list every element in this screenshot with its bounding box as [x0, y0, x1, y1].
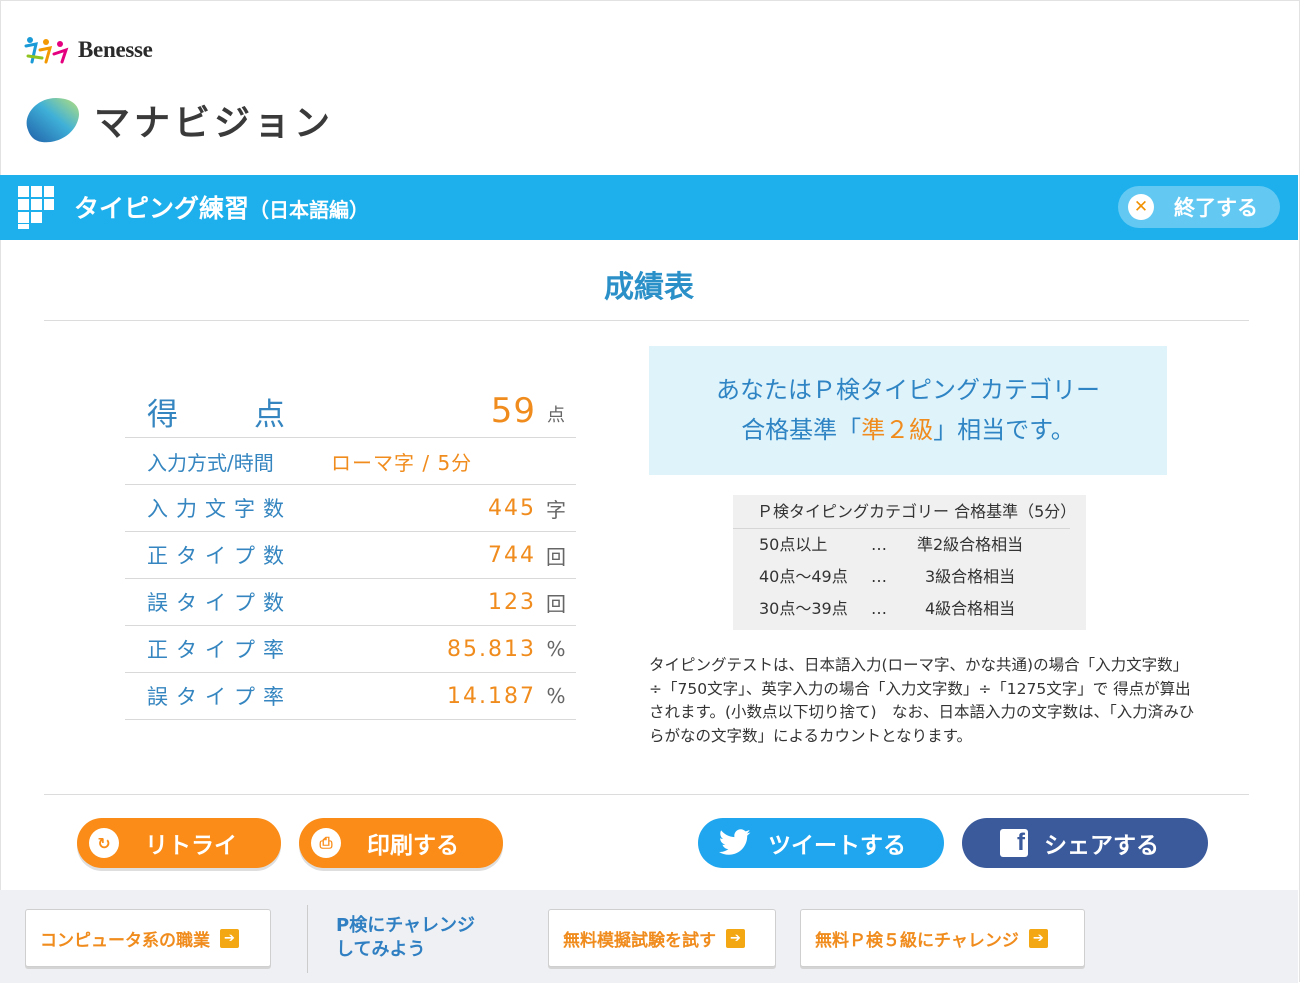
row-unit: % — [546, 637, 566, 661]
result-line-2: 合格基準「準２級」相当です。 — [741, 416, 1075, 444]
arrow-right-icon: ➔ — [220, 928, 239, 948]
row-label: 誤タイプ数 — [147, 591, 292, 615]
benesse-wordmark: Benesse — [78, 37, 153, 62]
typing-grid-icon — [18, 186, 54, 229]
free-level5-challenge-link[interactable]: 無料Ｐ検５級にチャレンジ ➔ — [800, 909, 1085, 967]
arrow-right-icon: ➔ — [726, 928, 745, 948]
result-line-1: あなたはＰ検タイピングカテゴリー — [716, 376, 1100, 404]
row-label: 入力文字数 — [147, 497, 292, 521]
tweet-button[interactable]: ツイートする — [698, 818, 944, 868]
row-label: 正タイプ数 — [147, 544, 292, 568]
row-value: ローマ字 / 5分 — [331, 450, 473, 475]
computer-jobs-link[interactable]: コンピュータ系の職業 ➔ — [25, 909, 271, 967]
app-header-bar: タイピング練習（日本語編） ✕ 終了する — [0, 175, 1298, 240]
divider — [44, 320, 1249, 321]
app-subtitle: （日本語編） — [249, 198, 370, 222]
criteria-row: 50点以上 … 準2級合格相当 — [759, 535, 1024, 554]
row-unit: 回 — [546, 544, 566, 569]
footer-bar: コンピュータ系の職業 ➔ P検にチャレンジ してみよう 無料模擬試験を試す ➔ … — [0, 890, 1298, 983]
result-message-box: あなたはＰ検タイピングカテゴリー 合格基準「準２級」相当です。 — [649, 346, 1167, 475]
row-value: 14.187 — [447, 683, 536, 709]
score-label: 得点 — [147, 396, 285, 433]
facebook-share-button[interactable]: f シェアする — [962, 818, 1208, 868]
score-row: 得点 59 点 — [125, 385, 576, 438]
row-label: 正タイプ率 — [147, 638, 292, 662]
twitter-bird-icon — [718, 829, 751, 855]
score-unit: 点 — [547, 405, 565, 426]
criteria-row: 40点～49点 … 3級合格相当 — [759, 567, 1016, 586]
divider — [44, 794, 1249, 795]
result-grade: 準２級 — [861, 416, 934, 444]
retry-icon: ↻ — [89, 828, 119, 858]
table-row: 入力方式/時間 ローマ字 / 5分 — [125, 438, 576, 485]
row-unit: 回 — [546, 591, 566, 616]
row-label: 入力方式/時間 — [147, 450, 274, 475]
app-title: タイピング練習（日本語編） — [74, 194, 370, 223]
benesse-logo[interactable]: Benesse — [22, 32, 153, 68]
print-button[interactable]: ⎙ 印刷する — [299, 818, 503, 868]
facebook-icon: f — [1000, 829, 1028, 857]
manavision-blob-icon — [26, 98, 80, 143]
score-table: 得点 59 点 入力方式/時間 ローマ字 / 5分 入力文字数 445 字 正タ… — [125, 385, 576, 720]
row-value: 744 — [488, 542, 536, 568]
row-value: 85.813 — [447, 636, 536, 662]
table-row: 誤タイプ率 14.187 % — [125, 673, 576, 720]
retry-button[interactable]: ↻ リトライ — [77, 818, 281, 868]
arrow-right-icon: ➔ — [1028, 928, 1048, 948]
row-label: 誤タイプ率 — [147, 685, 292, 709]
printer-icon: ⎙ — [311, 828, 341, 858]
score-value: 59 — [490, 391, 536, 431]
exit-button[interactable]: ✕ 終了する — [1118, 186, 1280, 228]
criteria-header: Ｐ検タイピングカテゴリー 合格基準（5分） — [733, 495, 1076, 529]
row-value: 123 — [488, 589, 536, 615]
table-row: 正タイプ率 85.813 % — [125, 626, 576, 673]
close-icon: ✕ — [1128, 194, 1154, 220]
table-row: 誤タイプ数 123 回 — [125, 579, 576, 626]
benesse-mark-icon — [24, 37, 69, 64]
row-value: 445 — [488, 495, 536, 521]
exit-label: 終了する — [1174, 196, 1258, 220]
manavision-logo[interactable]: マナビジョン — [22, 92, 334, 148]
row-unit: % — [546, 684, 566, 708]
criteria-table: Ｐ検タイピングカテゴリー 合格基準（5分） 50点以上 … 準2級合格相当 40… — [733, 495, 1086, 630]
p-exam-challenge-text: P検にチャレンジ してみよう — [336, 915, 476, 960]
page-title: 成績表 — [604, 270, 694, 305]
table-row: 正タイプ数 744 回 — [125, 532, 576, 579]
table-row: 入力文字数 445 字 — [125, 485, 576, 532]
row-unit: 字 — [546, 497, 566, 522]
free-mock-exam-link[interactable]: 無料模擬試験を試す ➔ — [548, 909, 776, 967]
separator — [307, 905, 308, 973]
scoring-note: タイピングテストは、日本語入力(ローマ字、かな共通)の場合「入力文字数」÷「75… — [649, 656, 1195, 745]
criteria-row: 30点～39点 … 4級合格相当 — [759, 599, 1016, 618]
manavision-wordmark: マナビジョン — [94, 103, 335, 144]
